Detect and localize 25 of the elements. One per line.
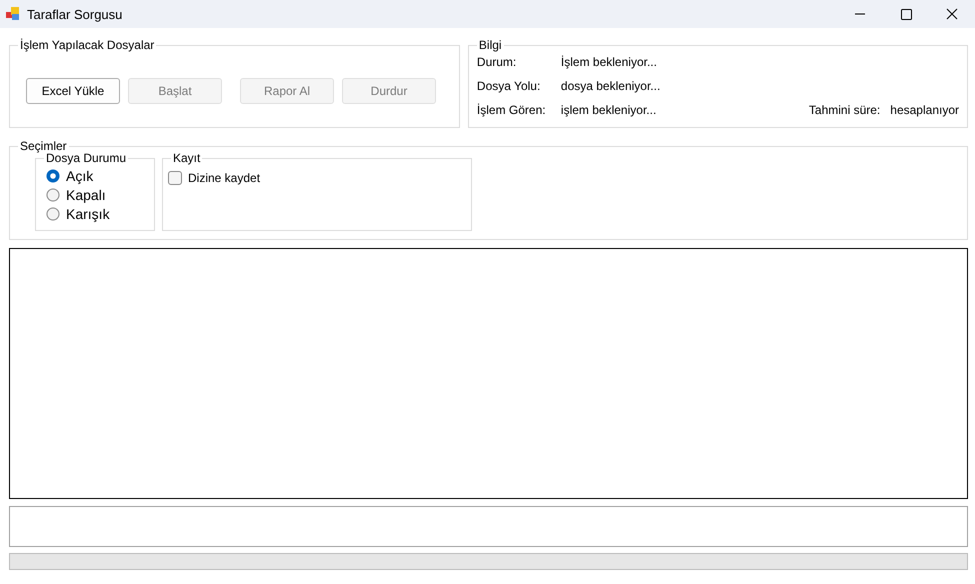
field-label: Durum: <box>476 56 518 69</box>
field-value: dosya bekleniyor... <box>560 80 662 93</box>
group-title: Kayıt <box>173 151 200 165</box>
app-icon <box>6 7 20 21</box>
radio-button[interactable] <box>46 188 60 202</box>
field-label: Tahmini süre: <box>808 104 880 117</box>
radio-button[interactable] <box>46 207 60 221</box>
field-value: işlem bekleniyor... <box>560 104 658 117</box>
checkbox[interactable] <box>168 171 182 185</box>
radio-label[interactable]: Açık <box>66 168 94 184</box>
checkbox-label[interactable]: Dizine kaydet <box>188 171 260 185</box>
radio-label[interactable]: Karışık <box>66 206 110 222</box>
field-label: İşlem Gören: <box>476 104 547 117</box>
group-title: Seçimler <box>20 139 67 153</box>
group-title: İşlem Yapılacak Dosyalar <box>20 38 154 52</box>
group-title: Bilgi <box>478 38 502 52</box>
action-button[interactable]: Excel Yükle <box>26 78 120 104</box>
field-label: Dosya Yolu: <box>476 80 542 93</box>
field-value: hesaplanıyor <box>890 104 959 117</box>
group-title: Dosya Durumu <box>46 151 126 165</box>
radio-button[interactable] <box>46 169 60 183</box>
field-value: İşlem bekleniyor... <box>560 56 658 69</box>
text-field[interactable] <box>9 506 968 547</box>
window-title: Taraflar Sorgusu <box>27 6 122 22</box>
radio-label[interactable]: Kapalı <box>66 187 106 203</box>
